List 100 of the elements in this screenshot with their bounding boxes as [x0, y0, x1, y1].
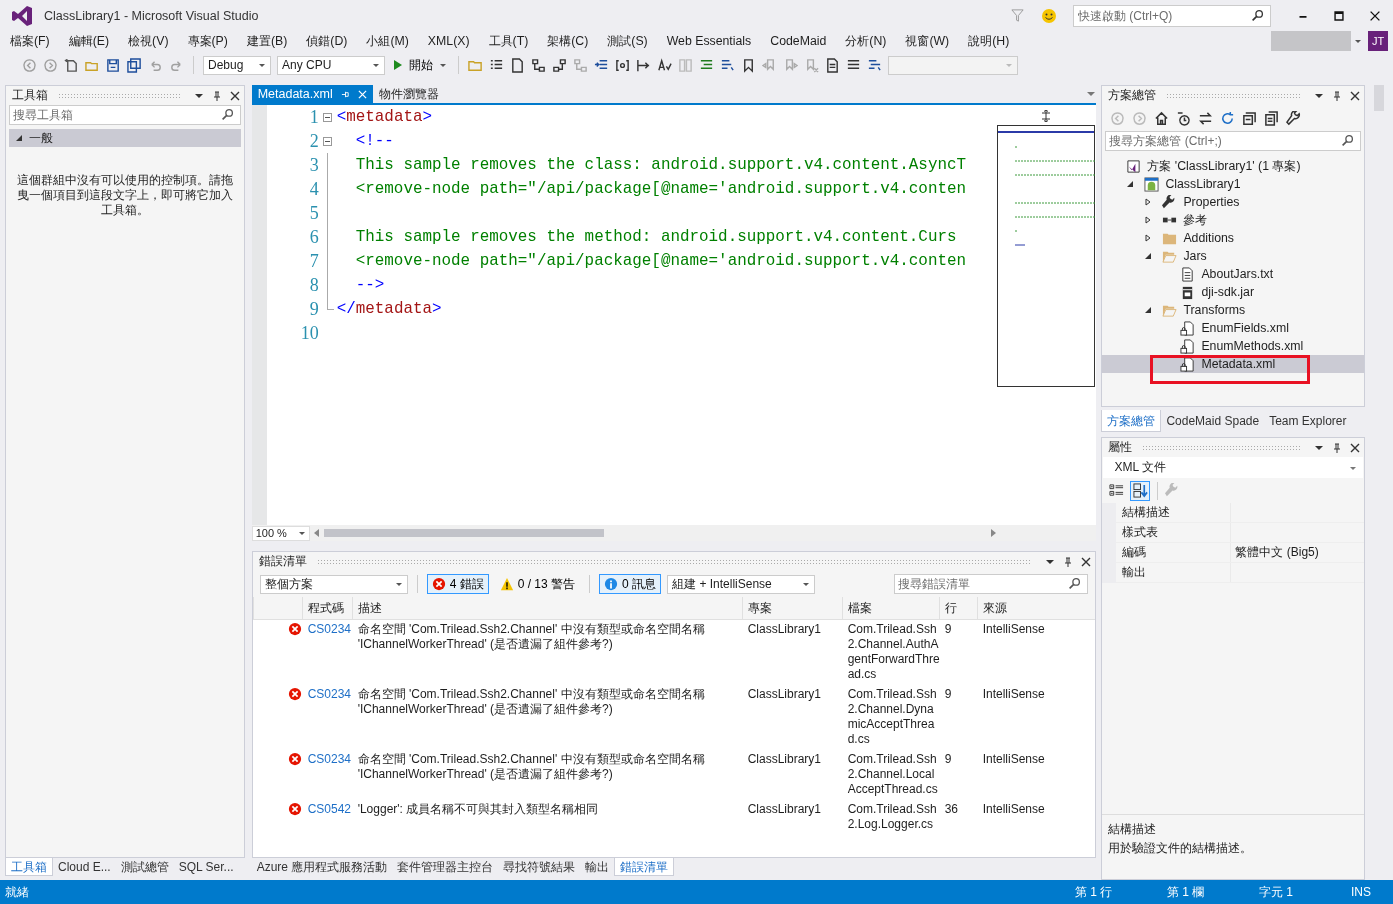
configuration-dropdown[interactable]: Debug — [203, 55, 271, 75]
document-lines-icon[interactable] — [825, 57, 840, 73]
hierarchy-icon[interactable] — [552, 57, 567, 73]
tree-item[interactable]: Properties — [1102, 193, 1365, 211]
close-icon[interactable] — [1350, 442, 1361, 453]
tree-item[interactable]: EnumFields.xml — [1102, 319, 1365, 337]
comment-lines-icon[interactable] — [867, 57, 882, 73]
platform-dropdown[interactable]: Any CPU — [277, 55, 385, 75]
panel-tab[interactable]: Cloud E... — [53, 858, 116, 876]
menu-item[interactable]: 檔案(F) — [10, 32, 50, 50]
panel-tab[interactable]: 錯誤清單 — [614, 858, 675, 876]
sync-icon[interactable] — [1198, 110, 1214, 126]
column-header[interactable]: 描述 — [351, 597, 742, 619]
scrollbar-thumb[interactable] — [323, 529, 604, 537]
wrench-icon[interactable] — [1286, 110, 1302, 126]
pin-icon[interactable] — [1332, 90, 1343, 101]
panel-tab[interactable]: 測試總管 — [115, 858, 174, 876]
menu-item[interactable]: 編輯(E) — [68, 32, 110, 50]
column-header[interactable]: 行 — [938, 597, 977, 619]
scroll-right-icon[interactable] — [990, 529, 997, 537]
search-field[interactable]: 搜尋錯誤清單 — [894, 574, 1089, 594]
document-tab[interactable]: Metadata.xml — [251, 85, 373, 103]
clock-icon[interactable] — [1176, 110, 1192, 126]
maximize-icon[interactable] — [1332, 8, 1346, 23]
tree-item[interactable]: Transforms — [1102, 301, 1365, 319]
menu-item[interactable]: 說明(H) — [968, 32, 1010, 50]
panel-tab[interactable]: 工具箱 — [5, 858, 53, 876]
collapse-icon[interactable] — [323, 112, 333, 122]
menu-item[interactable]: CodeMaid — [770, 34, 827, 48]
pin-icon[interactable] — [340, 89, 350, 99]
smiley-icon[interactable] — [1041, 7, 1057, 24]
search-field[interactable]: 搜尋工具箱 — [9, 105, 241, 125]
menu-item[interactable]: 小組(M) — [366, 32, 409, 50]
save-icon[interactable] — [106, 57, 121, 73]
new-item-icon[interactable] — [64, 57, 79, 73]
menu-item[interactable]: 分析(N) — [845, 32, 887, 50]
property-value[interactable]: 繁體中文 (Big5) — [1235, 545, 1319, 559]
tree-item[interactable]: EnumMethods.xml — [1102, 337, 1365, 355]
menu-item[interactable]: 工具(T) — [488, 32, 529, 50]
menu-item[interactable]: 專案(P) — [187, 32, 228, 50]
menu-item[interactable]: 建置(B) — [246, 32, 288, 50]
bookmark-icon[interactable] — [741, 57, 756, 73]
menu-item[interactable]: Web Essentials — [666, 34, 752, 48]
close-icon[interactable] — [1081, 556, 1092, 567]
tree-item[interactable]: AboutJars.txt — [1102, 265, 1365, 283]
panel-tab[interactable]: Azure 應用程式服務活動 — [251, 858, 393, 876]
close-icon[interactable] — [229, 90, 240, 101]
menu-item[interactable]: 偵錯(D) — [306, 32, 348, 50]
error-code-link[interactable]: CS0542 — [307, 802, 352, 816]
document-tab[interactable]: 物件瀏覽器 — [372, 85, 445, 103]
copy-icon[interactable] — [1264, 110, 1280, 126]
collapsed-arrow-icon[interactable] — [1144, 198, 1153, 206]
collapsed-arrow-icon[interactable] — [1144, 216, 1153, 224]
pin-icon[interactable] — [1332, 442, 1343, 453]
close-icon[interactable] — [1350, 90, 1361, 101]
pin-icon[interactable] — [211, 90, 222, 101]
tree-item[interactable]: dji-sdk.jar — [1102, 283, 1365, 301]
alphabetical-sort-button[interactable] — [1130, 480, 1151, 501]
error-code-link[interactable]: CS0234 — [307, 622, 352, 636]
splitter-icon[interactable] — [1040, 110, 1053, 122]
panel-tab[interactable]: 套件管理器主控台 — [392, 858, 499, 876]
brackets-icon[interactable] — [615, 57, 630, 73]
panel-tab[interactable]: 輸出 — [580, 858, 615, 876]
menu-item[interactable]: XML(X) — [427, 34, 470, 48]
panel-tab[interactable]: Team Explorer — [1264, 410, 1352, 432]
dropdown-arrow-icon[interactable] — [1354, 37, 1362, 45]
start-button[interactable]: 開始 — [391, 56, 449, 74]
code-minimap[interactable] — [997, 125, 1096, 387]
expanded-arrow-icon[interactable] — [1144, 306, 1153, 314]
search-field[interactable]: 搜尋方案總管 (Ctrl+;) — [1105, 131, 1362, 151]
object-dropdown[interactable]: XML 文件 — [1103, 457, 1364, 478]
save-all-icon[interactable] — [127, 57, 142, 73]
expanded-arrow-icon[interactable] — [1144, 252, 1153, 260]
column-header[interactable]: 程式碼 — [301, 597, 352, 619]
tree-item[interactable]: 方案 'ClassLibrary1' (1 專案) — [1102, 157, 1365, 175]
document-icon[interactable] — [510, 57, 525, 73]
quick-launch-field[interactable]: 快速啟動 (Ctrl+Q) — [1073, 4, 1271, 27]
home-icon[interactable] — [1154, 110, 1170, 126]
column-header[interactable]: 來源 — [976, 597, 1096, 619]
spell-check-icon[interactable] — [657, 57, 672, 73]
menu-item[interactable]: 檢視(V) — [128, 32, 169, 50]
filter-toggle[interactable]: 4 錯誤 — [426, 574, 489, 594]
hierarchy-icon[interactable] — [531, 57, 546, 73]
panel-tab[interactable]: 方案總管 — [1101, 410, 1162, 432]
panel-tab[interactable]: CodeMaid Spade — [1161, 410, 1265, 432]
filter-toggle[interactable]: 0 訊息 — [599, 574, 662, 594]
tree-item[interactable]: ClassLibrary1 — [1102, 175, 1365, 193]
collapse-icon[interactable] — [323, 136, 333, 146]
collapsed-arrow-icon[interactable] — [1144, 234, 1153, 242]
menu-item[interactable]: 視窗(W) — [905, 32, 950, 50]
zoom-dropdown[interactable]: 100 % — [251, 525, 310, 541]
tree-item[interactable]: Jars — [1102, 247, 1365, 265]
indent-icon[interactable] — [636, 57, 651, 73]
column-header[interactable]: 檔案 — [841, 597, 935, 619]
account-badge[interactable]: JT — [1368, 31, 1388, 51]
error-code-link[interactable]: CS0234 — [307, 752, 352, 766]
tree-item[interactable]: Additions — [1102, 229, 1365, 247]
scope-dropdown[interactable]: 整個方案 — [259, 574, 408, 594]
error-code-link[interactable]: CS0234 — [307, 687, 352, 701]
tree-item[interactable]: 參考 — [1102, 211, 1365, 229]
